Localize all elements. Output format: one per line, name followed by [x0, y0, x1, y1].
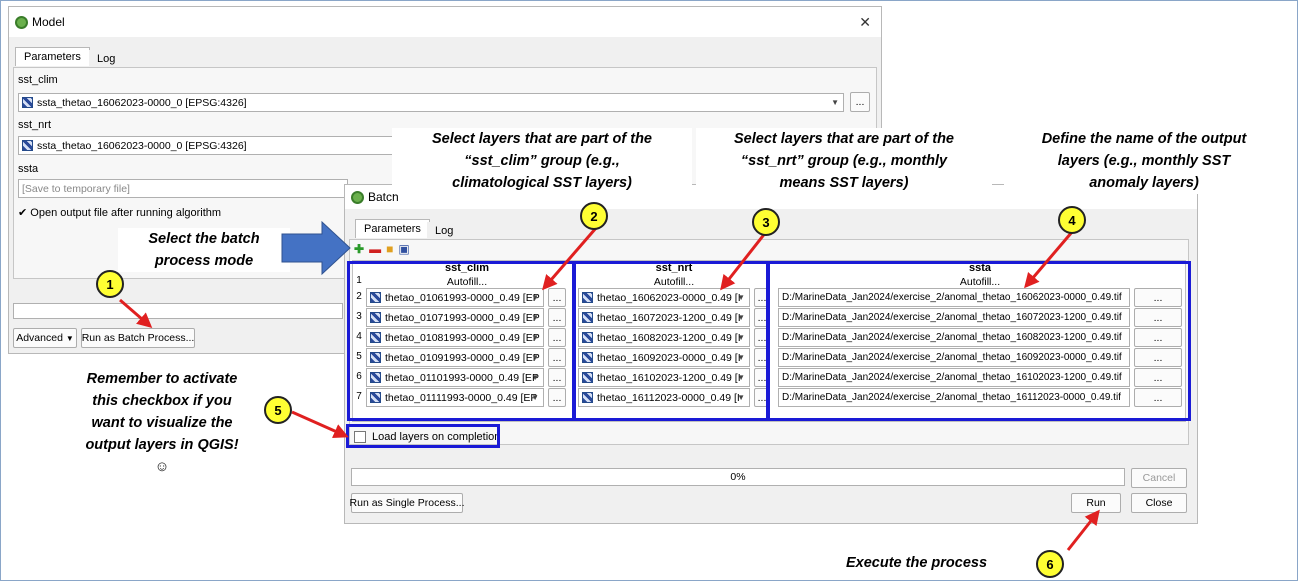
note-line: climatological SST layers): [452, 175, 632, 191]
note-select-batch: Select the batch process mode: [118, 228, 290, 272]
note-line: Select layers that are part of the: [432, 131, 652, 147]
note-line: output layers in QGIS!: [85, 437, 239, 453]
note-line: “sst_nrt” group (e.g., monthly: [740, 153, 948, 169]
run-as-batch-button[interactable]: Run as Batch Process...: [81, 328, 195, 348]
raster-layer-icon: [22, 97, 33, 108]
model-titlebar: Model ✕: [9, 7, 881, 37]
highlight-sst-clim: [347, 261, 575, 421]
close-icon[interactable]: ✕: [859, 14, 871, 31]
close-button[interactable]: Close: [1131, 493, 1187, 513]
cancel-button[interactable]: Cancel: [1131, 468, 1187, 488]
note-line: Remember to activate: [86, 371, 238, 387]
sst-nrt-select[interactable]: ssta_thetao_16062023-0000_0 [EPSG:4326]: [18, 136, 413, 155]
tab-parameters[interactable]: Parameters: [15, 47, 90, 66]
model-title: Model: [32, 15, 65, 29]
sst-nrt-value: ssta_thetao_16062023-0000_0 [EPSG:4326]: [37, 139, 247, 152]
sst-clim-browse-button[interactable]: ...: [850, 92, 870, 112]
model-progress-bar: [13, 303, 343, 319]
note-line: layers (e.g., monthly SST: [1057, 153, 1231, 169]
note-line: anomaly layers): [1089, 175, 1199, 191]
tab-log[interactable]: Log: [89, 50, 124, 68]
callout-4: 4: [1058, 206, 1086, 234]
note-line: process mode: [154, 253, 254, 269]
highlight-load-layers: [346, 424, 500, 448]
tab-log[interactable]: Log: [427, 222, 462, 240]
remove-row-icon[interactable]: ▬: [369, 242, 381, 256]
tab-parameters[interactable]: Parameters: [355, 219, 430, 238]
open-output-label: Open output file after running algorithm: [30, 207, 222, 219]
qgis-logo-icon: [351, 190, 364, 204]
run-as-single-button[interactable]: Run as Single Process...: [350, 493, 465, 513]
smiley-icon: ☺: [154, 459, 170, 475]
highlight-sst-nrt: [573, 261, 769, 421]
note-remember: Remember to activate this checkbox if yo…: [44, 368, 280, 478]
qgis-logo-icon: [15, 15, 28, 29]
progress-bar: 0%: [351, 468, 1125, 486]
note-sst-nrt: Select layers that are part of the “sst_…: [696, 128, 992, 194]
note-line: Define the name of the output: [1041, 131, 1247, 147]
highlight-ssta: [767, 261, 1191, 421]
sst-clim-select[interactable]: ssta_thetao_16062023-0000_0 [EPSG:4326] …: [18, 93, 844, 112]
save-icon[interactable]: ▣: [398, 242, 409, 256]
chevron-down-icon: ▼: [831, 98, 839, 107]
callout-1: 1: [96, 270, 124, 298]
callout-2: 2: [580, 202, 608, 230]
advanced-label: Advanced: [16, 332, 63, 344]
ssta-label: ssta: [18, 163, 39, 175]
note-line: Execute the process: [846, 555, 988, 571]
note-execute: Execute the process: [846, 552, 1018, 574]
checkmark-icon: ✔: [18, 207, 28, 219]
note-line: this checkbox if you: [92, 393, 232, 409]
sst-clim-value: ssta_thetao_16062023-0000_0 [EPSG:4326]: [37, 96, 247, 109]
callout-3: 3: [752, 208, 780, 236]
note-line: Select the batch: [148, 231, 260, 247]
callout-5: 5: [264, 396, 292, 424]
note-line: “sst_clim” group (e.g.,: [464, 153, 620, 169]
chevron-down-icon: ▼: [65, 333, 74, 343]
open-folder-icon[interactable]: ■: [386, 242, 393, 256]
raster-layer-icon: [22, 140, 33, 151]
batch-toolbar: ✚ ▬ ■ ▣: [354, 242, 410, 256]
advanced-button[interactable]: Advanced ▼: [13, 328, 77, 348]
sst-clim-label: sst_clim: [18, 74, 58, 86]
callout-6: 6: [1036, 550, 1064, 578]
note-ssta: Define the name of the output layers (e.…: [1004, 128, 1284, 194]
note-line: means SST layers): [779, 175, 909, 191]
run-button[interactable]: Run: [1071, 493, 1121, 513]
note-sst-clim: Select layers that are part of the “sst_…: [392, 128, 692, 194]
ssta-placeholder: [Save to temporary file]: [22, 182, 130, 195]
open-output-row[interactable]: ✔ Open output file after running algorit…: [18, 206, 221, 219]
add-row-icon[interactable]: ✚: [354, 242, 364, 256]
ssta-output-input[interactable]: [Save to temporary file]: [18, 179, 348, 198]
progress-text: 0%: [730, 471, 746, 483]
note-line: want to visualize the: [91, 415, 233, 431]
sst-nrt-label: sst_nrt: [18, 119, 52, 131]
note-line: Select layers that are part of the: [734, 131, 954, 147]
